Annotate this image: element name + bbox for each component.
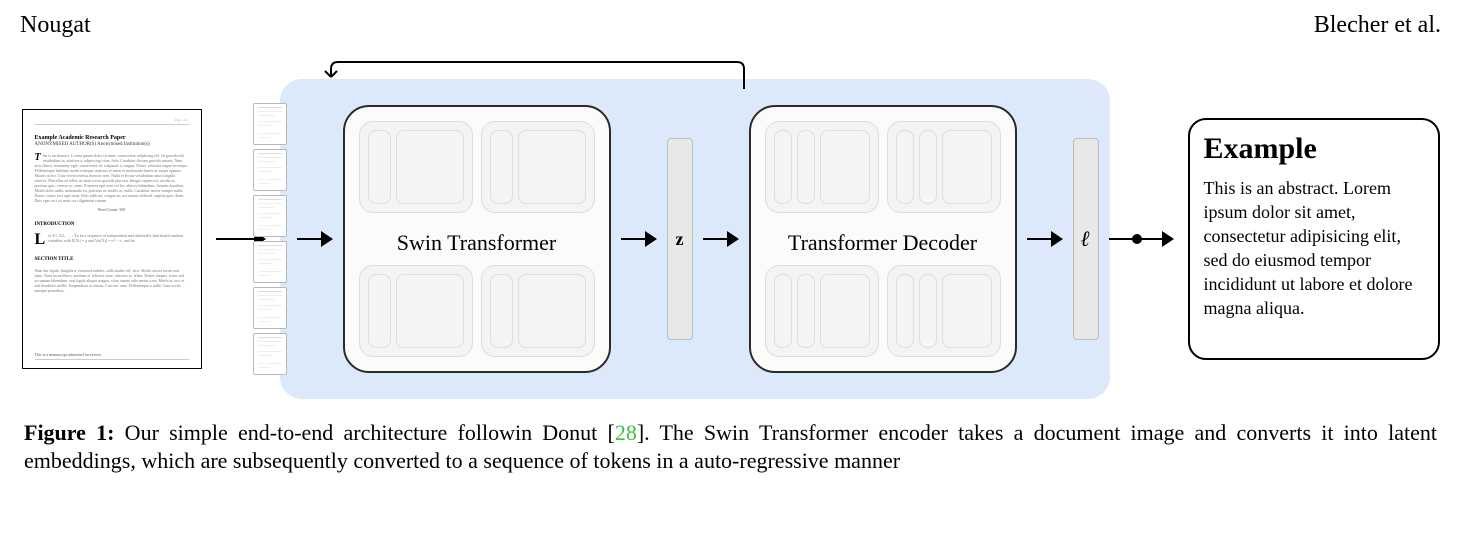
image-patch xyxy=(253,103,287,145)
doc-heading-section: SECTION TITLE xyxy=(35,257,189,262)
encoder-module: Swin Transformer xyxy=(343,105,611,373)
decoder-self-loop-arrow xyxy=(320,59,750,91)
arrow-z-to-decoder xyxy=(703,229,739,249)
figure-architecture: Page 1 of 1 Example Academic Research Pa… xyxy=(36,79,1425,399)
arrow-decoder-to-l xyxy=(1027,229,1063,249)
doc-footer: This is a manuscript submitted for revie… xyxy=(35,352,189,362)
running-head-right: Blecher et al. xyxy=(1314,12,1441,39)
figure-caption: Figure 1: Our simple end-to-end architec… xyxy=(24,419,1437,475)
latent-z-vector: z xyxy=(667,138,693,340)
caption-label: Figure 1: xyxy=(24,420,114,445)
image-patch xyxy=(253,149,287,191)
decoder-block xyxy=(887,265,1001,357)
running-head: Nougat Blecher et al. xyxy=(20,12,1441,39)
decoder-module: Transformer Decoder xyxy=(749,105,1017,373)
doc-abstract-text: his is an abstract. Lorem ipsum dolor si… xyxy=(35,153,189,203)
decoder-block xyxy=(887,121,1001,213)
image-patches-column xyxy=(253,103,287,375)
output-title: Example xyxy=(1204,132,1424,166)
model-panel: Swin Transformer z Transformer Decoder xyxy=(280,79,1110,399)
decoder-label: Transformer Decoder xyxy=(751,227,1015,259)
arrow-patches-to-encoder xyxy=(297,229,333,249)
encoder-block xyxy=(359,121,473,213)
encoder-block xyxy=(481,121,595,213)
output-text-box: Example This is an abstract. Lorem ipsum… xyxy=(1188,118,1440,360)
citation-ref[interactable]: 28 xyxy=(615,420,637,445)
doc-title: Example Academic Research Paper xyxy=(35,135,189,141)
doc-heading-intro: INTRODUCTION xyxy=(35,222,189,227)
doc-intro: Let X1, X2, . . . , Xn be a sequence of … xyxy=(35,233,189,247)
input-document-page: Page 1 of 1 Example Academic Research Pa… xyxy=(22,109,202,369)
doc-intro-text: et X1, X2, . . . , Xn be a sequence of i… xyxy=(48,233,183,243)
doc-wordcount: Word Count: 500 xyxy=(35,207,189,212)
image-patch xyxy=(253,287,287,329)
output-body: This is an abstract. Lorem ipsum dolor s… xyxy=(1204,176,1424,320)
doc-section-text: Nam dui ligula, fringilla a, euismod sod… xyxy=(35,268,189,293)
arrow-model-to-output xyxy=(1124,229,1174,249)
image-patch xyxy=(253,241,287,283)
image-patch xyxy=(253,333,287,375)
caption-text-a: Our simple end-to-end architecture follo… xyxy=(114,420,614,445)
arrow-encoder-to-z xyxy=(621,229,657,249)
doc-top-right: Page 1 of 1 xyxy=(175,118,189,122)
encoder-block xyxy=(359,265,473,357)
doc-abstract: This is an abstract. Lorem ipsum dolor s… xyxy=(35,153,189,203)
encoder-label: Swin Transformer xyxy=(345,227,609,259)
image-patch xyxy=(253,195,287,237)
encoder-block xyxy=(481,265,595,357)
decoder-block xyxy=(765,121,879,213)
latent-l-vector: ℓ xyxy=(1073,138,1099,340)
decoder-block xyxy=(765,265,879,357)
doc-authors: ANONYMISED AUTHOR(S) Anonymised Institut… xyxy=(35,142,189,147)
running-head-left: Nougat xyxy=(20,12,91,39)
